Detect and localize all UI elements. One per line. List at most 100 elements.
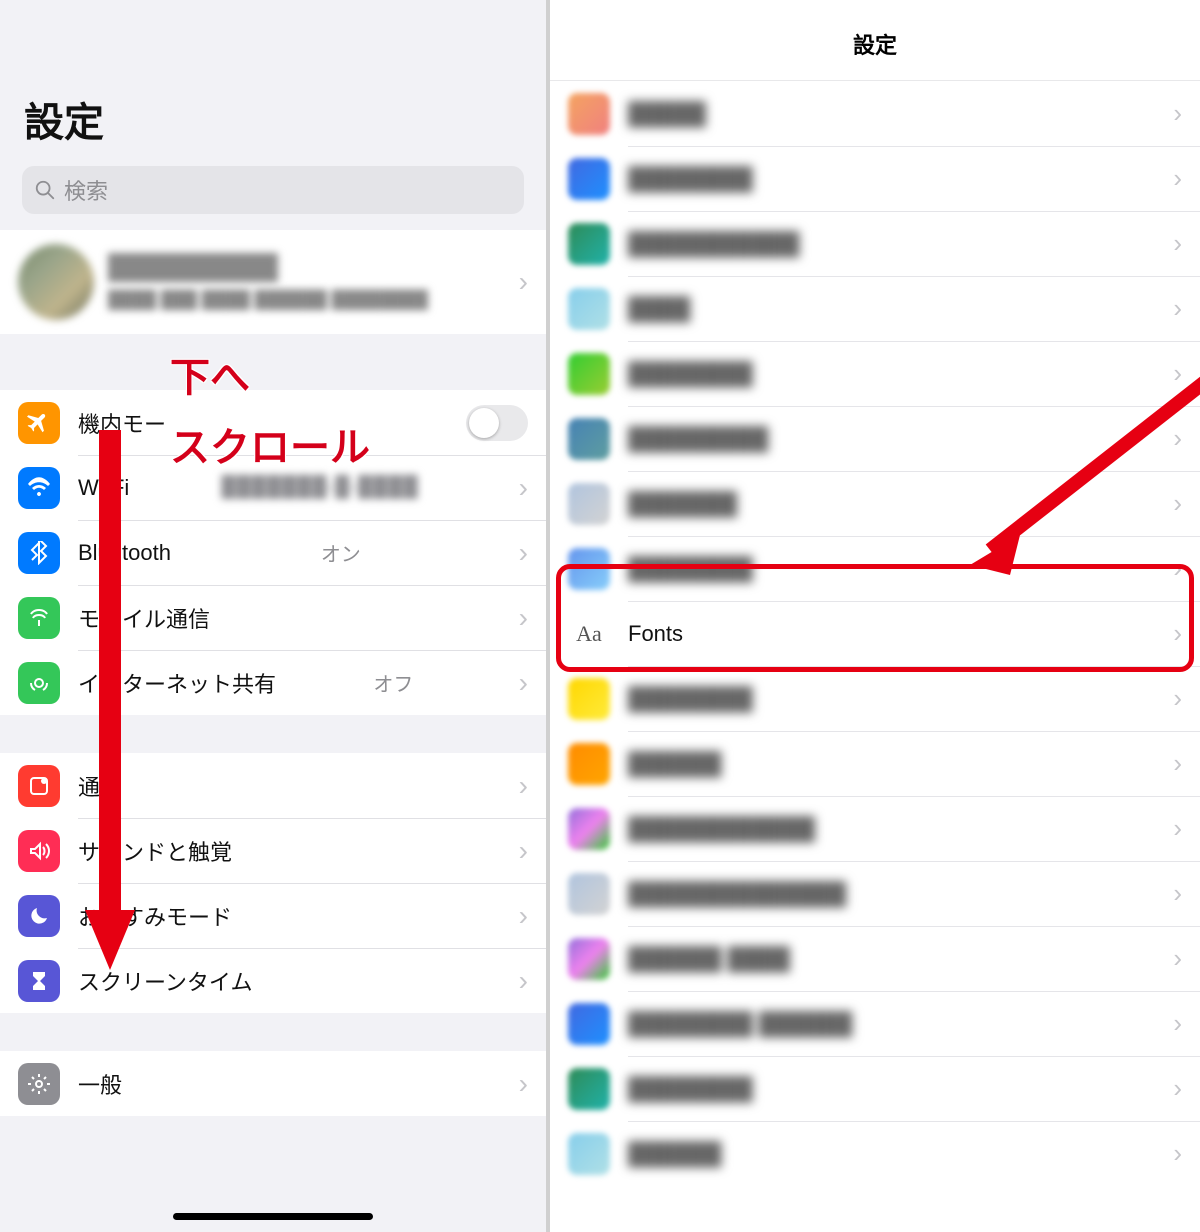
row-label: 機内モー (78, 407, 166, 439)
dnd-row[interactable]: おやすみモード › (0, 883, 546, 948)
app-icon (568, 288, 610, 330)
list-item[interactable]: ████████████ › (550, 796, 1200, 861)
chevron-right-icon: › (519, 472, 528, 504)
chevron-right-icon: › (1173, 228, 1182, 259)
row-label: インターネット共有 (78, 667, 276, 699)
app-label: ██████████████ (628, 881, 846, 907)
fonts-icon: Aa (568, 613, 610, 655)
page-title: 設定 (0, 0, 546, 166)
apple-id-row[interactable]: ██████████ ████ ███ ████ ██████ ████████… (0, 230, 546, 334)
hotspot-row[interactable]: インターネット共有 オフ › (0, 650, 546, 715)
home-indicator (173, 1213, 373, 1220)
notifications-row[interactable]: 通知 › (0, 753, 546, 818)
chevron-right-icon: › (519, 537, 528, 569)
app-icon (568, 223, 610, 265)
app-icon (568, 808, 610, 850)
app-icon (568, 353, 610, 395)
search-input[interactable]: 検索 (22, 166, 524, 214)
app-icon (568, 938, 610, 980)
app-label: ████████ (628, 556, 753, 582)
list-item[interactable]: ████████› (550, 666, 1200, 731)
hotspot-value: オフ (373, 668, 413, 697)
chevron-right-icon: › (1173, 293, 1182, 324)
general-row[interactable]: 一般 › (0, 1051, 546, 1116)
app-icon (568, 1003, 610, 1045)
row-label: サウンドと触覚 (78, 835, 232, 867)
airplane-toggle[interactable] (466, 405, 528, 441)
list-item[interactable]: ██████› (550, 1121, 1200, 1186)
list-item[interactable]: ████████› (550, 146, 1200, 211)
avatar (18, 244, 94, 320)
chevron-right-icon: › (1173, 748, 1182, 779)
app-icon (568, 548, 610, 590)
list-item[interactable]: ████████› (550, 341, 1200, 406)
list-item[interactable]: ████████ › (550, 536, 1200, 601)
airplane-icon (18, 402, 60, 444)
chevron-right-icon: › (1173, 943, 1182, 974)
wifi-icon (18, 467, 60, 509)
apps-list: █████› ████████› ███████████› ████› ████… (550, 81, 1200, 1186)
list-item[interactable]: ████████ › (550, 1056, 1200, 1121)
search-icon (34, 179, 56, 201)
panel-title: 設定 (550, 0, 1200, 81)
list-item[interactable]: ███████████ › (550, 211, 1200, 276)
row-label: 通知 (78, 770, 122, 802)
list-item[interactable]: ████› (550, 276, 1200, 341)
app-label: ███████████ (628, 231, 799, 257)
chevron-right-icon: › (519, 602, 528, 634)
chevron-right-icon: › (1173, 1073, 1182, 1104)
app-label: ████████████ (628, 816, 815, 842)
fonts-row[interactable]: Aa Fonts › (550, 601, 1200, 666)
sounds-row[interactable]: サウンドと触覚 › (0, 818, 546, 883)
app-label: ██████ ████ (628, 946, 790, 972)
bluetooth-icon (18, 532, 60, 574)
row-label: Bluetooth (78, 540, 171, 566)
profile-name: ██████████ (108, 254, 505, 282)
app-label: █████ (628, 101, 706, 127)
chevron-right-icon: › (1173, 813, 1182, 844)
app-label: ████████ (628, 686, 753, 712)
app-label: ██████ (628, 751, 722, 777)
chevron-right-icon: › (1173, 423, 1182, 454)
app-icon (568, 483, 610, 525)
app-label: ████████ (628, 166, 753, 192)
chevron-right-icon: › (519, 770, 528, 802)
settings-apps-panel: 設定 █████› ████████› ███████████› ████› █… (550, 0, 1200, 1232)
app-icon (568, 1133, 610, 1175)
search-placeholder: 検索 (64, 174, 108, 206)
app-label: █████████ (628, 426, 768, 452)
connectivity-section: 機内モー Wi-Fi ███████-█-████ › Bluetooth オン… (0, 390, 546, 715)
app-icon (568, 418, 610, 460)
list-item[interactable]: █████████ › (550, 406, 1200, 471)
hourglass-icon (18, 960, 60, 1002)
list-item[interactable]: ███████› (550, 471, 1200, 536)
list-item[interactable]: ████████ ██████› (550, 991, 1200, 1056)
sounds-icon (18, 830, 60, 872)
moon-icon (18, 895, 60, 937)
screentime-row[interactable]: スクリーンタイム › (0, 948, 546, 1013)
notifications-icon (18, 765, 60, 807)
row-label: モバイル通信 (78, 602, 210, 634)
chevron-right-icon: › (519, 835, 528, 867)
list-item[interactable]: ██████ ████ › (550, 926, 1200, 991)
wifi-row[interactable]: Wi-Fi ███████-█-████ › (0, 455, 546, 520)
row-label: おやすみモード (78, 900, 232, 932)
hotspot-icon (18, 662, 60, 704)
chevron-right-icon: › (519, 965, 528, 997)
airplane-mode-row[interactable]: 機内モー (0, 390, 546, 455)
chevron-right-icon: › (1173, 553, 1182, 584)
app-label: ██████ (628, 1141, 722, 1167)
chevron-right-icon: › (519, 667, 528, 699)
notifications-section: 通知 › サウンドと触覚 › おやすみモード › スクリーンタイム › (0, 753, 546, 1013)
list-item[interactable]: ██████ › (550, 731, 1200, 796)
gear-icon (18, 1063, 60, 1105)
chevron-right-icon: › (1173, 98, 1182, 129)
list-item[interactable]: ██████████████› (550, 861, 1200, 926)
list-item[interactable]: █████ › (550, 81, 1200, 146)
bluetooth-value: オン (321, 538, 361, 567)
general-section: 一般 › (0, 1051, 546, 1116)
app-label: ████████ (628, 1076, 753, 1102)
app-icon (568, 93, 610, 135)
bluetooth-row[interactable]: Bluetooth オン › (0, 520, 546, 585)
cellular-row[interactable]: モバイル通信 › (0, 585, 546, 650)
